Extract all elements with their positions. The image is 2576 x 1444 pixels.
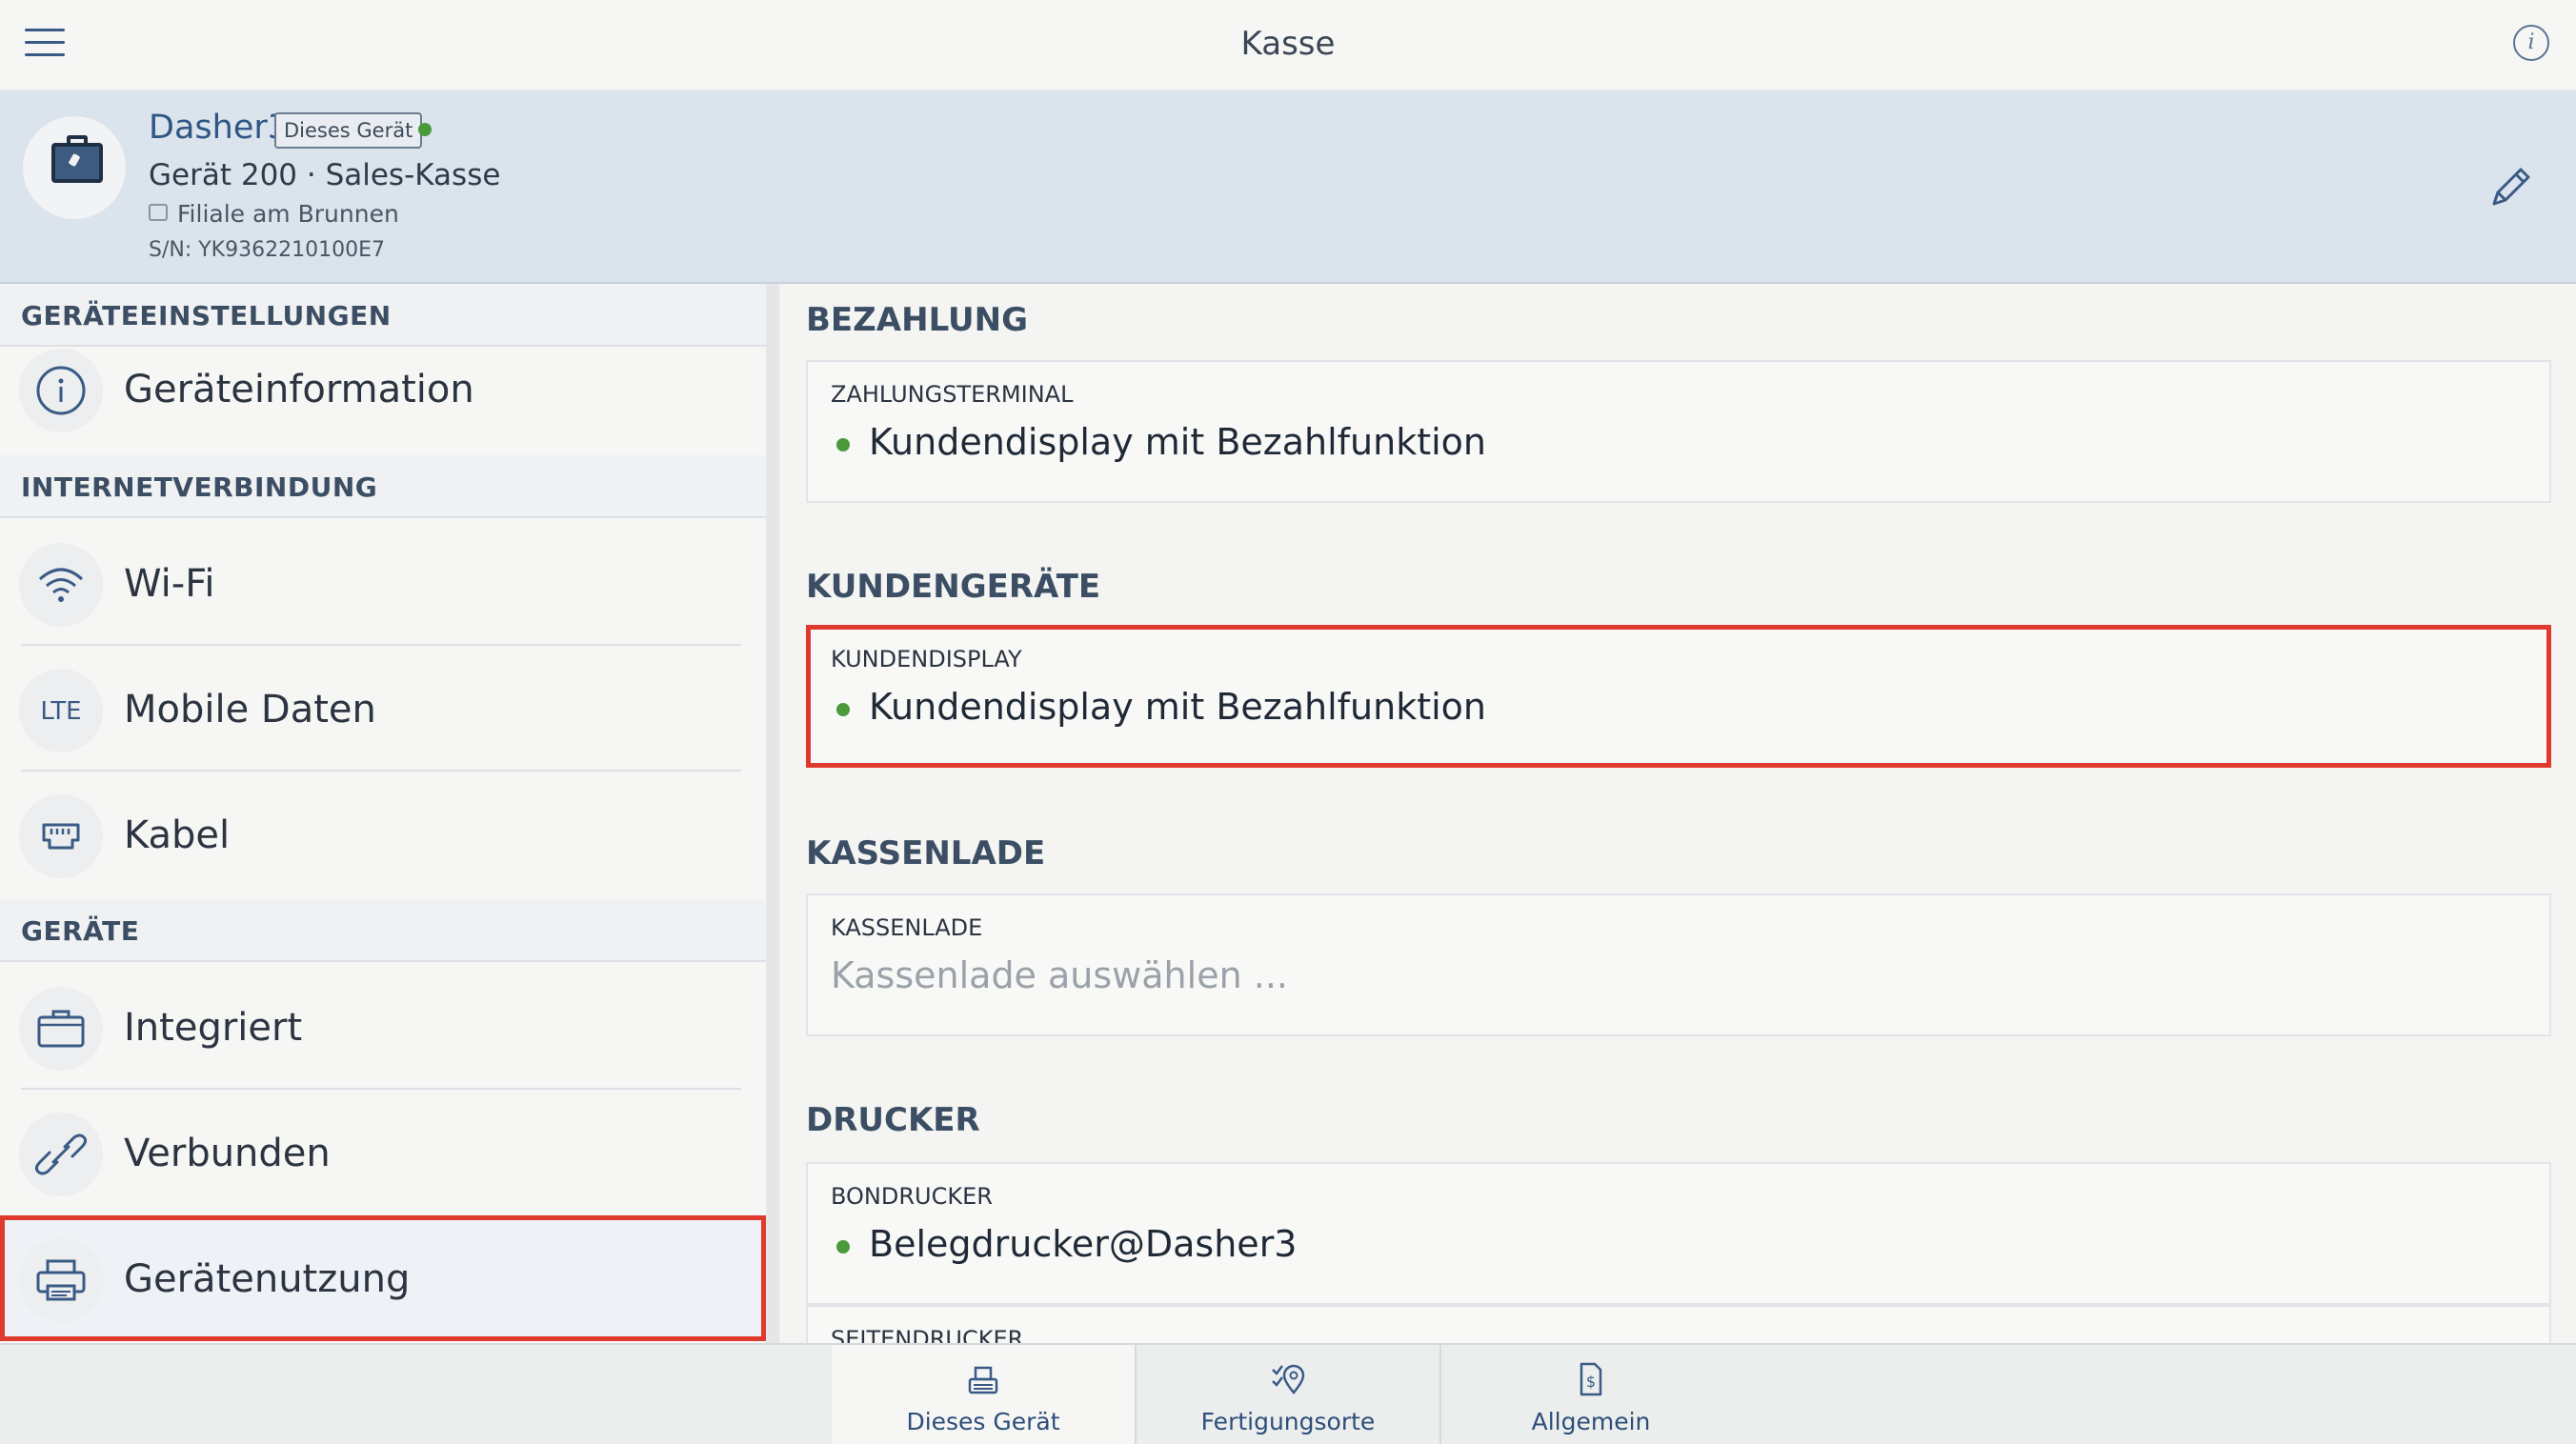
sidebar-item-integrated[interactable]: Integriert [0, 964, 766, 1090]
printer-icon [19, 1238, 103, 1322]
sidebar-item-label: Geräteinformation [124, 368, 474, 411]
card-caption: KASSENLADE [831, 914, 983, 941]
card-caption: SEITENDRUCKER [831, 1326, 1024, 1343]
sidebar-item-device-info[interactable]: Geräteinformation [0, 333, 766, 451]
sidebar-item-cable[interactable]: Kabel [0, 772, 766, 897]
store-icon [149, 204, 168, 221]
lte-icon: LTE [19, 669, 103, 752]
device-serial: S/N: YK9362210100E7 [149, 238, 385, 262]
group-title-cash-drawer: KASSENLADE [806, 834, 1046, 872]
sidebar-item-label: Wi-Fi [124, 562, 215, 606]
device-name: Dasher3 [149, 109, 290, 147]
briefcase-icon [19, 987, 103, 1071]
card-value: Kundendisplay mit Bezahlfunktion [869, 686, 1487, 728]
briefcase-icon [51, 135, 103, 183]
status-dot [836, 1240, 850, 1253]
section-header-internet: INTERNETVERBINDUNG [0, 455, 766, 518]
device-avatar [23, 116, 126, 219]
sidebar-item-device-usage[interactable]: Gerätenutzung [0, 1215, 766, 1341]
card-value: Kundendisplay mit Bezahlfunktion [869, 421, 1487, 463]
card-caption: ZAHLUNGSTERMINAL [831, 381, 1074, 408]
location-check-icon [1269, 1360, 1307, 1398]
card-customer-display[interactable]: KUNDENDISPLAY Kundendisplay mit Bezahlfu… [806, 625, 2551, 768]
edit-pencil-icon[interactable] [2483, 160, 2538, 215]
group-title-customer-devices: KUNDENGERÄTE [806, 568, 1101, 606]
ethernet-icon [19, 794, 103, 878]
document-dollar-icon: $ [1572, 1360, 1610, 1398]
tab-label: Allgemein [1531, 1408, 1651, 1435]
sidebar-item-wifi[interactable]: Wi-Fi [0, 520, 766, 646]
top-app-bar: Kasse i [0, 0, 2576, 91]
sidebar-item-label: Verbunden [124, 1132, 331, 1175]
info-icon [19, 349, 103, 432]
card-caption: KUNDENDISPLAY [831, 646, 1022, 672]
tab-production-sites[interactable]: Fertigungsorte [1137, 1345, 1439, 1444]
card-caption: BONDRUCKER [831, 1183, 993, 1210]
info-icon[interactable]: i [2513, 25, 2549, 61]
sidebar-item-label: Mobile Daten [124, 688, 376, 732]
sidebar-item-label: Integriert [124, 1006, 303, 1050]
card-page-printer[interactable]: SEITENDRUCKER [806, 1305, 2551, 1343]
device-subtitle: Gerät 200 · Sales-Kasse [149, 158, 501, 192]
link-icon [19, 1113, 103, 1196]
group-title-payment: BEZAHLUNG [806, 301, 1028, 339]
tab-general[interactable]: $ Allgemein [1439, 1345, 1742, 1444]
app-title: Kasse [1240, 25, 1336, 63]
svg-text:$: $ [1586, 1373, 1596, 1391]
online-status-dot [418, 123, 432, 136]
bottom-tab-bar: Dieses Gerät Fertigungsorte $ Allgemein [0, 1343, 2576, 1444]
status-dot [836, 438, 850, 451]
this-device-badge: Dieses Gerät [274, 112, 423, 149]
tab-label: Fertigungsorte [1200, 1408, 1376, 1435]
group-title-printers: DRUCKER [806, 1101, 980, 1139]
sidebar-item-connected[interactable]: Verbunden [0, 1090, 766, 1215]
cash-drawer-placeholder: Kassenlade auswählen ... [831, 954, 1288, 996]
card-cash-drawer[interactable]: KASSENLADE Kassenlade auswählen ... [806, 893, 2551, 1036]
wifi-icon [19, 543, 103, 627]
tab-this-device[interactable]: Dieses Gerät [832, 1345, 1135, 1444]
sidebar-item-label: Kabel [124, 813, 231, 857]
status-dot [836, 703, 850, 716]
device-usage-content: BEZAHLUNG ZAHLUNGSTERMINAL Kundendisplay… [779, 284, 2576, 1343]
tab-label: Dieses Gerät [906, 1408, 1060, 1435]
card-payment-terminal[interactable]: ZAHLUNGSTERMINAL Kundendisplay mit Bezah… [806, 360, 2551, 503]
register-icon [964, 1360, 1002, 1398]
section-header-devices: GERÄTE [0, 899, 766, 962]
settings-sidebar: GERÄTEEINSTELLUNGEN Geräteinformation IN… [0, 284, 779, 1343]
sidebar-item-mobile-data[interactable]: LTE Mobile Daten [0, 646, 766, 772]
card-receipt-printer[interactable]: BONDRUCKER Belegdrucker@Dasher3 [806, 1162, 2551, 1305]
card-value: Belegdrucker@Dasher3 [869, 1223, 1298, 1265]
device-branch: Filiale am Brunnen [177, 200, 399, 228]
sidebar-item-label: Gerätenutzung [124, 1257, 411, 1301]
